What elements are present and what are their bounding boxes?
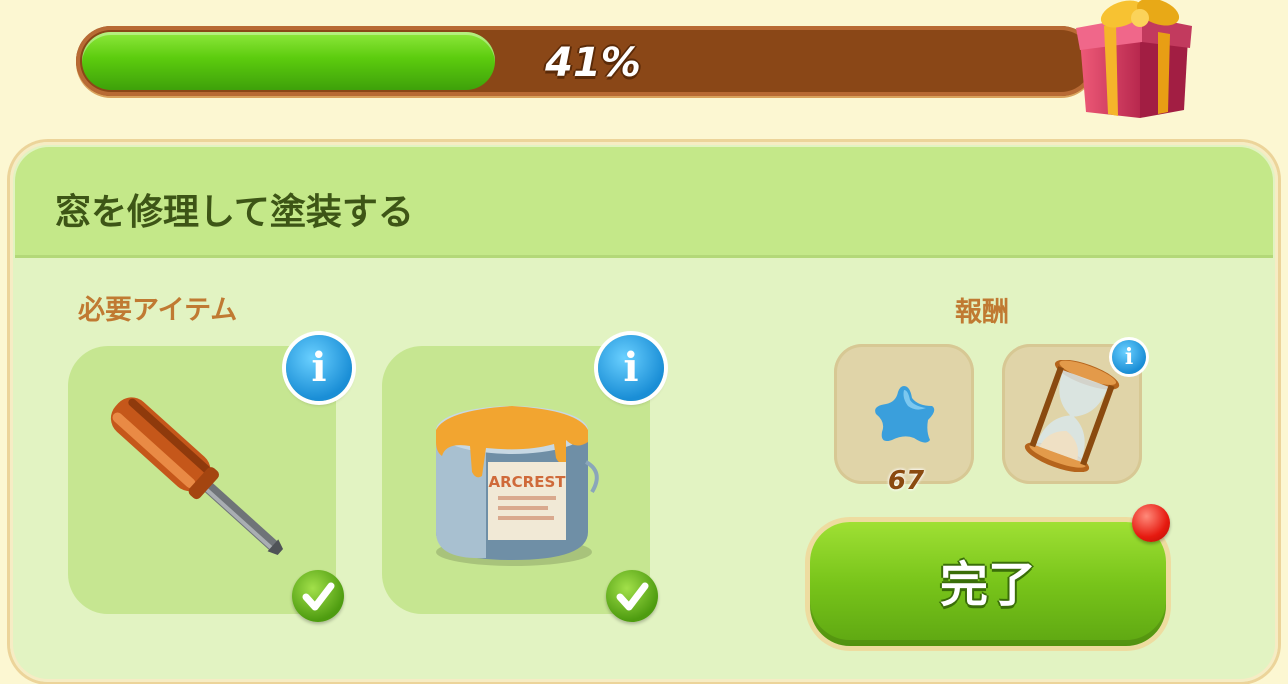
blue-star-icon bbox=[875, 386, 935, 443]
progress-bar: 41% bbox=[76, 26, 1096, 96]
screwdriver-check-icon bbox=[292, 570, 344, 622]
reward-slot-star[interactable] bbox=[834, 344, 974, 484]
hourglass-icon bbox=[1024, 360, 1120, 472]
paint-can-info-icon[interactable]: i bbox=[598, 335, 664, 401]
complete-button-label: 完了 bbox=[939, 557, 1036, 613]
notification-dot bbox=[1132, 504, 1170, 542]
screwdriver-info-icon[interactable]: i bbox=[286, 335, 352, 401]
screwdriver-icon bbox=[110, 397, 284, 555]
gift-box-icon[interactable] bbox=[1070, 0, 1198, 126]
paint-can-icon: ARCREST bbox=[436, 406, 599, 566]
paint-can-brand: ARCREST bbox=[489, 473, 567, 491]
required-items-label: 必要アイテム bbox=[78, 295, 238, 326]
task-title: 窓を修理して塗装する bbox=[55, 192, 414, 233]
complete-button[interactable]: 完了 bbox=[810, 522, 1166, 646]
rewards-label: 報酬 bbox=[955, 297, 1009, 328]
paint-can-check-icon bbox=[606, 570, 658, 622]
task-header: 窓を修理して塗装する bbox=[15, 147, 1273, 258]
reward-star-count: 67 bbox=[887, 466, 925, 496]
hourglass-info-icon[interactable]: i bbox=[1112, 340, 1146, 374]
progress-percent: 41% bbox=[545, 40, 641, 86]
